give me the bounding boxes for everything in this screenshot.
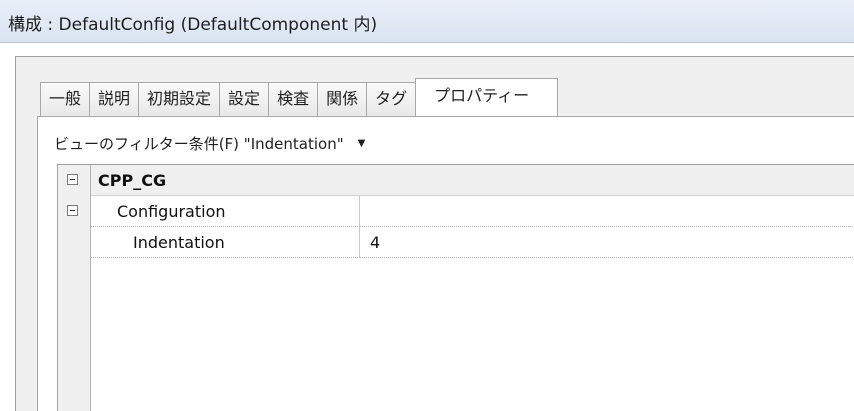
collapse-icon[interactable] — [67, 174, 78, 185]
tab-settings[interactable]: 設定 — [219, 82, 269, 116]
dropdown-arrow-icon: ▼ — [357, 137, 366, 149]
tab-initial-settings[interactable]: 初期設定 — [138, 82, 220, 116]
tab-strip: 一般 説明 初期設定 設定 検査 関係 タグ プロパティー — [40, 78, 559, 116]
group-row: Configuration — [58, 196, 854, 227]
group-value — [360, 196, 854, 227]
view-filter-dropdown[interactable]: ビューのフィルター条件(F) "Indentation" ▼ — [48, 129, 371, 157]
property-name[interactable]: Indentation — [91, 227, 360, 258]
tab-properties[interactable]: プロパティー — [415, 78, 559, 116]
group-name[interactable]: Configuration — [91, 196, 360, 227]
collapse-icon[interactable] — [67, 205, 78, 216]
category-row: CPP_CG — [58, 165, 854, 196]
tab-check[interactable]: 検査 — [268, 82, 318, 116]
property-grid: CPP_CG Configuration Indentation 4 — [57, 164, 854, 411]
tab-relations[interactable]: 関係 — [317, 82, 367, 116]
property-value[interactable]: 4 — [360, 227, 854, 258]
window-title: 構成 : DefaultConfig (DefaultComponent 内) — [8, 15, 378, 35]
category-label: CPP_CG — [91, 165, 854, 196]
view-filter-label: ビューのフィルター条件(F) "Indentation" — [54, 134, 344, 153]
property-row: Indentation 4 — [58, 227, 854, 258]
tab-general[interactable]: 一般 — [40, 82, 90, 116]
window-titlebar: 構成 : DefaultConfig (DefaultComponent 内) — [0, 0, 854, 43]
tab-description[interactable]: 説明 — [89, 82, 139, 116]
tab-tags[interactable]: タグ — [366, 82, 417, 116]
filter-bar: ビューのフィルター条件(F) "Indentation" ▼ — [48, 128, 854, 158]
